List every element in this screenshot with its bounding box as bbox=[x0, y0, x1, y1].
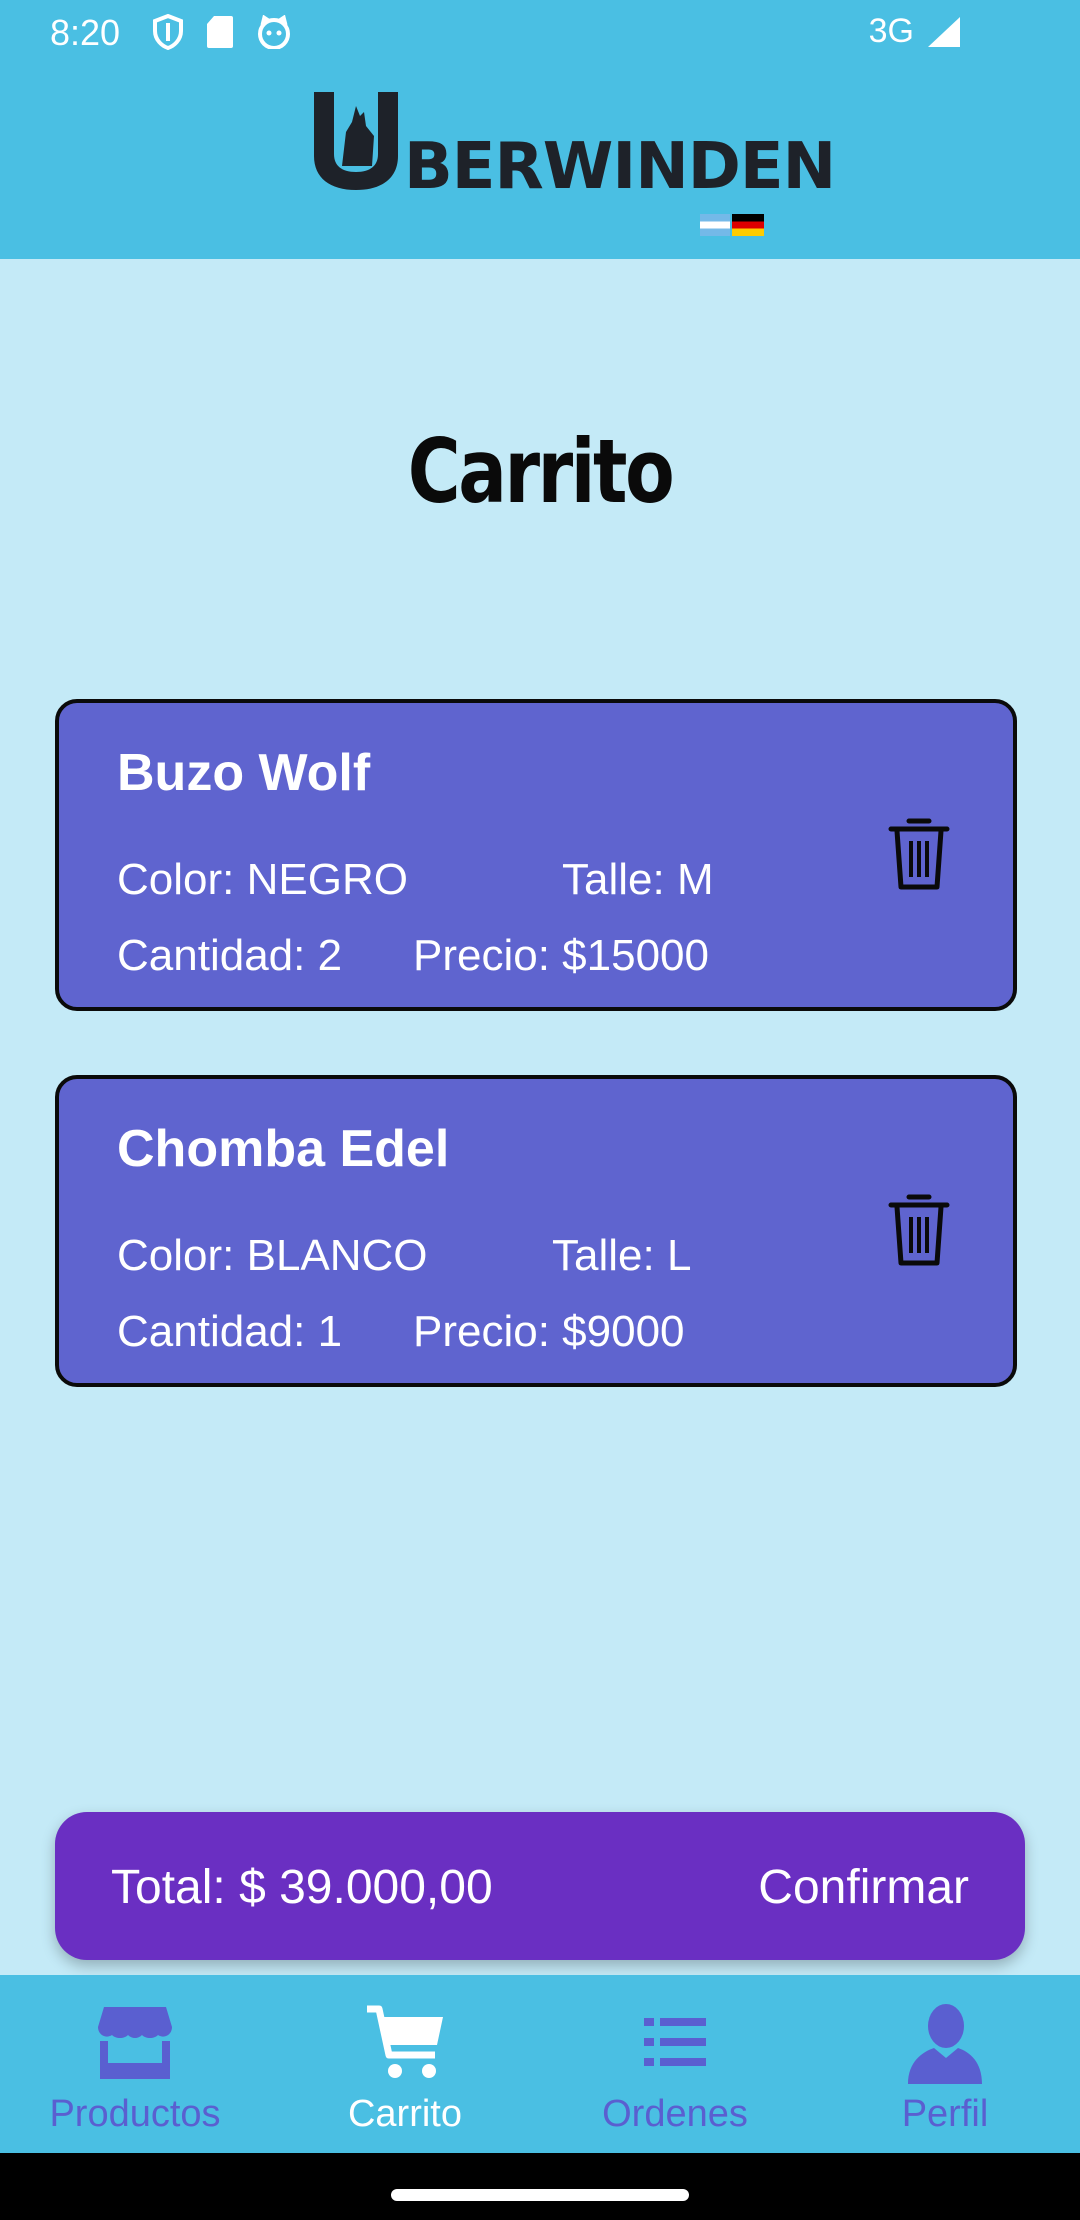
nav-item-ordenes[interactable]: Ordenes bbox=[540, 1997, 810, 2147]
nav-item-carrito[interactable]: Carrito bbox=[270, 1997, 540, 2147]
status-bar: 8:20 3G bbox=[0, 0, 1080, 66]
page-title: Carrito bbox=[407, 420, 675, 523]
bottom-nav: Productos Carrito Ordenes Perfil bbox=[0, 1975, 1080, 2153]
nav-label: Perfil bbox=[901, 2093, 989, 2135]
item-price: Precio: $15000 bbox=[413, 931, 709, 980]
cart-item: Chomba Edel Color: BLANCO Talle: L Canti… bbox=[55, 1075, 1017, 1387]
nav-item-perfil[interactable]: Perfil bbox=[810, 1997, 1080, 2147]
brand-name: BERWINDEN bbox=[404, 130, 836, 204]
checkout-bar: Total: $ 39.000,00 Confirmar bbox=[55, 1812, 1025, 1960]
status-time: 8:20 bbox=[50, 12, 121, 53]
item-quantity: Cantidad: 2 bbox=[117, 931, 343, 980]
confirm-button[interactable]: Confirmar bbox=[758, 1860, 969, 1915]
brand-logo: BERWINDEN bbox=[312, 92, 836, 236]
sd-card-icon bbox=[207, 16, 233, 48]
store-icon bbox=[98, 2007, 172, 2079]
item-size: Talle: M bbox=[562, 855, 714, 904]
nav-item-productos[interactable]: Productos bbox=[0, 1997, 270, 2147]
item-size: Talle: L bbox=[552, 1231, 692, 1280]
nav-label: Carrito bbox=[347, 2093, 463, 2135]
status-icons-right: 3G bbox=[869, 12, 962, 51]
cat-icon bbox=[258, 15, 290, 49]
cart-icon bbox=[367, 2005, 443, 2078]
item-name: Buzo Wolf bbox=[117, 744, 371, 802]
argentina-flag-icon bbox=[700, 214, 730, 236]
trash-icon[interactable] bbox=[887, 815, 951, 893]
item-name: Chomba Edel bbox=[117, 1120, 450, 1178]
status-icons-left bbox=[152, 14, 292, 50]
nav-label: Ordenes bbox=[602, 2093, 748, 2135]
germany-flag-icon bbox=[732, 214, 764, 236]
trash-icon[interactable] bbox=[887, 1191, 951, 1269]
network-type: 3G bbox=[868, 12, 914, 50]
signal-icon bbox=[928, 16, 960, 47]
shield-icon bbox=[153, 14, 183, 50]
home-gesture-handle[interactable] bbox=[391, 2189, 689, 2201]
item-quantity: Cantidad: 1 bbox=[117, 1307, 343, 1356]
cart-total: Total: $ 39.000,00 bbox=[111, 1861, 493, 1914]
system-nav-bar bbox=[0, 2153, 1080, 2220]
item-color: Color: NEGRO bbox=[117, 855, 408, 904]
wolf-u-logo-icon bbox=[314, 92, 398, 190]
item-color: Color: BLANCO bbox=[117, 1231, 428, 1280]
cart-item: Buzo Wolf Color: NEGRO Talle: M Cantidad… bbox=[55, 699, 1017, 1011]
person-icon bbox=[908, 2004, 982, 2084]
nav-label: Productos bbox=[49, 2093, 221, 2135]
list-icon bbox=[644, 2018, 706, 2066]
app-header: BERWINDEN bbox=[0, 66, 1080, 259]
item-price: Precio: $9000 bbox=[413, 1307, 685, 1356]
logo-flags bbox=[700, 214, 764, 236]
